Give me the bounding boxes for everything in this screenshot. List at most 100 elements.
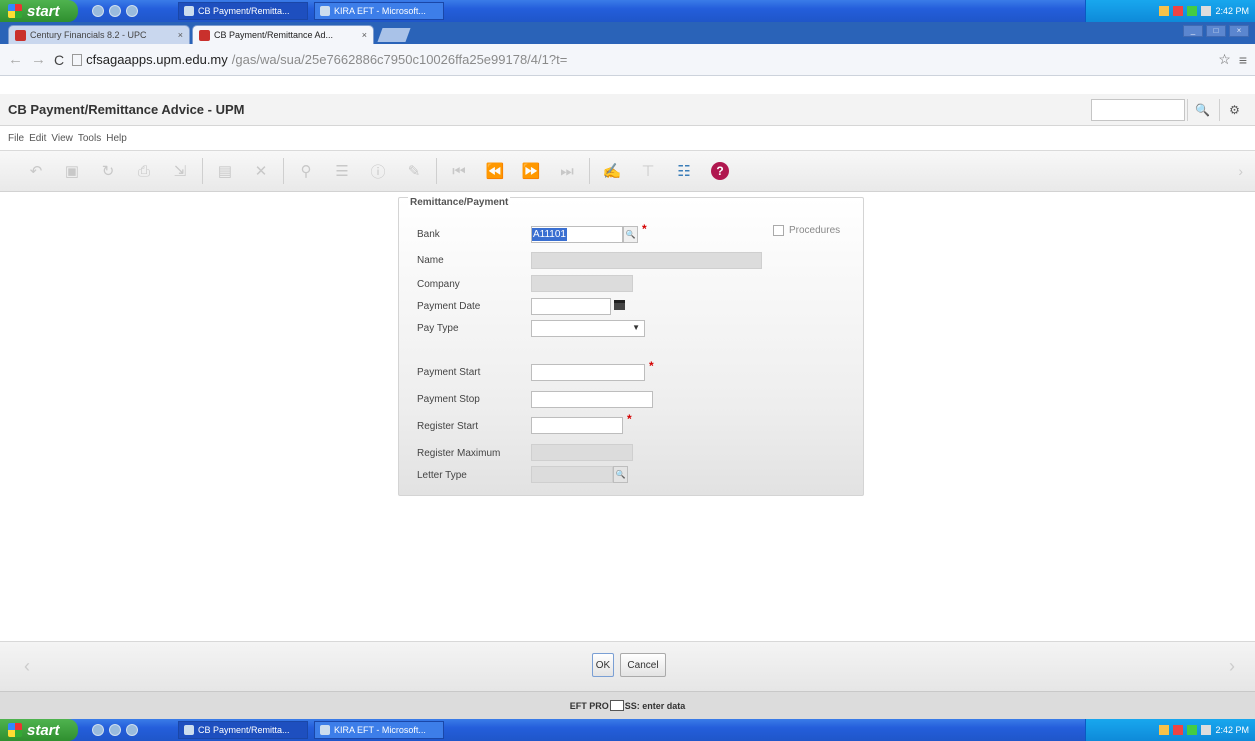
- required-asterisk: *: [649, 359, 654, 373]
- reload-icon[interactable]: C: [54, 52, 64, 68]
- quick-launch-icon[interactable]: [109, 5, 121, 17]
- letter-type-lookup-icon[interactable]: 🔍: [613, 466, 628, 483]
- search-icon[interactable]: 🔍: [1187, 99, 1217, 121]
- url-path: /gas/wa/sua/25e7662886c7950c10026ffa25e9…: [231, 52, 568, 67]
- procedures-checkbox[interactable]: [773, 225, 784, 236]
- info-icon[interactable]: ⓘ: [360, 156, 396, 186]
- tray-icon[interactable]: [1173, 725, 1184, 735]
- taskbar-task-chrome[interactable]: CB Payment/Remitta...: [178, 721, 308, 739]
- filter-icon[interactable]: ⊤: [630, 156, 666, 186]
- close-tab-icon[interactable]: ×: [362, 30, 367, 40]
- quick-launch-icon[interactable]: [92, 724, 104, 736]
- quick-launch-icon[interactable]: [126, 724, 138, 736]
- list-icon[interactable]: ☰: [324, 156, 360, 186]
- tray-icon[interactable]: [1159, 6, 1170, 16]
- first-record-icon[interactable]: ⏮: [441, 156, 477, 186]
- toolbar-divider: [283, 158, 284, 184]
- tray-icon[interactable]: [1187, 725, 1198, 735]
- tray-icon[interactable]: [1201, 725, 1212, 735]
- toolbar: ↶ ▣ ↻ ⎙ ⇲ ▤ ✕ ⚲ ☰ ⓘ ✎ ⏮ ⏪ ⏩ ⏭ ✍ ⊤ ☷ ? ›: [0, 150, 1255, 192]
- help-icon: ?: [711, 162, 729, 180]
- windows-taskbar-bottom: start CB Payment/Remitta... KIRA EFT - M…: [0, 719, 1255, 741]
- taskbar-task-word[interactable]: KIRA EFT - Microsoft...: [314, 721, 444, 739]
- table-settings-icon[interactable]: ☷: [666, 156, 702, 186]
- new-tab-button[interactable]: [377, 28, 411, 42]
- status-text-left: EFT PRO: [569, 700, 609, 711]
- start-button[interactable]: start: [0, 0, 78, 22]
- status-bar: EFT PRO SS: enter data: [0, 691, 1255, 719]
- company-field: [531, 275, 633, 292]
- tray-icon[interactable]: [1187, 6, 1198, 16]
- quick-launch-icon[interactable]: [126, 5, 138, 17]
- quick-launch-icon[interactable]: [92, 5, 104, 17]
- toolbar-divider: [436, 158, 437, 184]
- save-icon[interactable]: ▣: [54, 156, 90, 186]
- maximize-button[interactable]: □: [1206, 25, 1226, 37]
- next-record-icon[interactable]: ⏩: [513, 156, 549, 186]
- previous-arrow-icon[interactable]: ‹: [24, 656, 30, 677]
- panel-title: Remittance/Payment: [408, 197, 511, 208]
- menu-edit[interactable]: Edit: [29, 133, 46, 144]
- word-icon: [320, 6, 330, 16]
- payment-start-label: Payment Start: [417, 367, 481, 378]
- edit-icon[interactable]: ✍: [594, 156, 630, 186]
- taskbar-task-chrome[interactable]: CB Payment/Remitta...: [178, 2, 308, 20]
- quick-launch: [92, 5, 172, 17]
- next-arrow-icon[interactable]: ›: [1229, 656, 1235, 677]
- chrome-menu-icon[interactable]: ≡: [1239, 52, 1247, 68]
- gear-icon[interactable]: ⚙: [1219, 99, 1249, 121]
- attach-icon[interactable]: ✎: [396, 156, 432, 186]
- tray-icon[interactable]: [1201, 6, 1212, 16]
- delete-icon[interactable]: ✕: [243, 156, 279, 186]
- close-window-button[interactable]: ×: [1229, 25, 1249, 37]
- menu-tools[interactable]: Tools: [78, 133, 101, 144]
- previous-record-icon[interactable]: ⏪: [477, 156, 513, 186]
- bookmark-star-icon[interactable]: ☆: [1218, 51, 1231, 68]
- pay-type-select[interactable]: ▼: [531, 320, 645, 337]
- ok-button[interactable]: OK: [592, 653, 614, 677]
- start-button[interactable]: start: [0, 719, 78, 741]
- menu-view[interactable]: View: [51, 133, 73, 144]
- browser-tab-active[interactable]: CB Payment/Remittance Ad... ×: [192, 25, 374, 44]
- forward-icon[interactable]: →: [31, 51, 46, 68]
- bank-field[interactable]: A11101: [531, 226, 623, 243]
- window-controls: _ □ ×: [1183, 25, 1249, 37]
- browser-tab-strip: Century Financials 8.2 - UPC × CB Payment…: [0, 22, 1255, 44]
- toolbar-divider: [589, 158, 590, 184]
- browser-tab[interactable]: Century Financials 8.2 - UPC ×: [8, 25, 190, 44]
- app-title-bar: CB Payment/Remittance Advice - UPM 🔍 ⚙: [0, 94, 1255, 126]
- payment-start-field[interactable]: [531, 364, 645, 381]
- payment-date-field[interactable]: [531, 298, 611, 315]
- menu-file[interactable]: File: [8, 133, 24, 144]
- tray-icon[interactable]: [1173, 6, 1184, 16]
- find-icon[interactable]: ⚲: [288, 156, 324, 186]
- bank-value: A11101: [532, 228, 567, 241]
- url-field[interactable]: cfsagaapps.upm.edu.my/gas/wa/sua/25e7662…: [72, 49, 1210, 71]
- payment-stop-label: Payment Stop: [417, 394, 480, 405]
- register-start-field[interactable]: [531, 417, 623, 434]
- toolbar-next-icon[interactable]: ›: [1238, 163, 1243, 179]
- menu-help[interactable]: Help: [106, 133, 127, 144]
- menu-bar: File Edit View Tools Help: [0, 130, 1255, 147]
- tray-icon[interactable]: [1159, 725, 1170, 735]
- payment-stop-field[interactable]: [531, 391, 653, 408]
- help-button[interactable]: ?: [702, 156, 738, 186]
- quick-launch-icon[interactable]: [109, 724, 121, 736]
- register-start-label: Register Start: [417, 421, 479, 432]
- pay-type-label: Pay Type: [417, 323, 459, 334]
- calendar-icon[interactable]: [614, 300, 625, 310]
- system-tray: 2:42 PM: [1085, 0, 1255, 22]
- new-record-icon[interactable]: ▤: [207, 156, 243, 186]
- bank-lookup-icon[interactable]: 🔍: [623, 226, 638, 243]
- minimize-button[interactable]: _: [1183, 25, 1203, 37]
- undo-icon[interactable]: ↶: [18, 156, 54, 186]
- print-icon[interactable]: ⎙: [126, 156, 162, 186]
- close-tab-icon[interactable]: ×: [178, 30, 183, 40]
- app-search-input[interactable]: [1091, 99, 1185, 121]
- export-icon[interactable]: ⇲: [162, 156, 198, 186]
- last-record-icon[interactable]: ⏭: [549, 156, 585, 186]
- cancel-button[interactable]: Cancel: [620, 653, 666, 677]
- redo-icon[interactable]: ↻: [90, 156, 126, 186]
- taskbar-task-word[interactable]: KIRA EFT - Microsoft...: [314, 2, 444, 20]
- back-icon[interactable]: ←: [8, 51, 23, 68]
